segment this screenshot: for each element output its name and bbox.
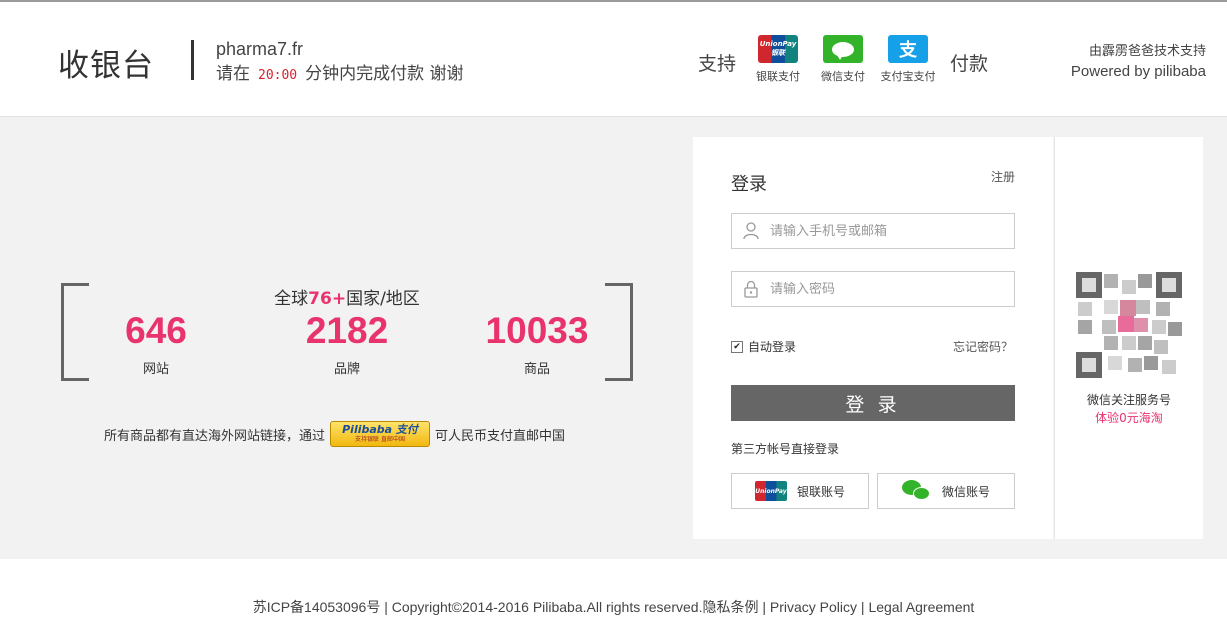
qr-title: 微信关注服务号: [1086, 393, 1171, 407]
copyright-text: 苏ICP备14053096号 | Copyright©2014-2016 Pil…: [252, 599, 703, 615]
phone-email-input[interactable]: [770, 223, 1000, 239]
privacy-link-cn[interactable]: 隐私条例: [702, 599, 758, 615]
pilibaba-pay-badge: Pilibaba 支付 支持银联 直邮中国: [330, 421, 431, 447]
unionpay-login-label: 银联账号: [796, 484, 845, 499]
stat-number: 2182: [305, 310, 389, 351]
login-title: 登录: [731, 174, 767, 195]
payment-method-alipay: 支 支付宝支付: [878, 35, 938, 84]
payment-label: 银联支付: [756, 70, 800, 83]
wechat-icon: [901, 480, 932, 502]
timer-suffix: 分钟内完成付款 谢谢: [305, 64, 464, 84]
stat-label: 网站: [142, 362, 169, 377]
auto-login-label: 自动登录: [748, 340, 797, 354]
intro-text: 所有商品都有直达海外网站链接，通过 Pilibaba 支付 支持银联 直邮中国 …: [104, 421, 565, 447]
unionpay-icon: UnionPay: [754, 481, 787, 501]
wechat-login-button[interactable]: 微信账号: [877, 473, 1015, 509]
forgot-password-link[interactable]: 忘记密码？: [953, 338, 1013, 355]
legal-agreement-link[interactable]: Legal Agreement: [868, 599, 974, 615]
intro-prefix: 所有商品都有直达海外网站链接，通过: [104, 428, 326, 444]
wechat-login-label: 微信账号: [941, 484, 990, 499]
stat-number: 646: [125, 310, 187, 351]
payment-method-wechat: 微信支付: [813, 35, 873, 84]
timer-prefix: 请在: [216, 64, 250, 84]
unionpay-icon: UnionPay 银联: [758, 35, 798, 63]
brand-divider: [191, 40, 194, 80]
auto-login-checkbox[interactable]: ✔: [731, 340, 743, 353]
footer: 苏ICP备14053096号 | Copyright©2014-2016 Pil…: [0, 559, 1227, 638]
powered-by: Powered by pilibaba: [1070, 63, 1206, 80]
auto-login-option[interactable]: ✔ 自动登录: [731, 338, 796, 355]
stats-box: 全球76+国家/地区 646 网站 2182 品牌 10033 商品: [61, 283, 633, 381]
tech-support: 由霹雳爸爸技术支持 Powered by pilibaba: [1071, 42, 1206, 82]
support-label: 支持: [698, 53, 737, 75]
stat-websites: 646 网站: [81, 309, 231, 377]
privacy-policy-link[interactable]: Privacy Policy: [770, 599, 857, 615]
stats-country-count: 76+: [308, 289, 347, 309]
third-party-label: 第三方帐号直接登录: [731, 442, 840, 456]
footer-separator: |: [857, 599, 869, 615]
wechat-qr-code: [1074, 270, 1184, 380]
main-area: 全球76+国家/地区 646 网站 2182 品牌 10033 商品 所有商品都…: [0, 117, 1227, 559]
badge-title: Pilibaba 支付: [342, 423, 418, 436]
payment-timer: 请在 20:00 分钟内完成付款 谢谢: [216, 59, 464, 84]
payment-method-unionpay: UnionPay 银联 银联支付: [748, 35, 808, 84]
unionpay-login-button[interactable]: UnionPay 银联账号: [731, 473, 869, 509]
header: 收银台 pharma7.fr 请在 20:00 分钟内完成付款 谢谢 支持 Unio…: [0, 2, 1227, 117]
pay-end-label: 付款: [950, 53, 989, 75]
wechat-pay-icon: [823, 35, 863, 63]
stat-label: 品牌: [333, 362, 360, 377]
password-field[interactable]: [731, 271, 1015, 307]
footer-links: 苏ICP备14053096号 | Copyright©2014-2016 Pil…: [0, 597, 1227, 617]
countdown: 20:00: [258, 68, 298, 83]
badge-subtitle: 支持银联 直邮中国: [355, 436, 405, 443]
brand-title: 收银台: [58, 48, 154, 84]
stats-title: 全球76+国家/地区: [61, 284, 633, 309]
login-button[interactable]: 登 录: [731, 385, 1015, 421]
password-input[interactable]: [770, 281, 1000, 297]
login-panel: 登录 注册 ✔ 自动登录 忘记密码？ 登 录 第三方帐号直接登录 UnionPa…: [693, 137, 1053, 539]
lock-icon: [732, 272, 770, 306]
stat-number: 10033: [485, 310, 589, 351]
payment-label: 支付宝支付: [880, 70, 936, 83]
register-link[interactable]: 注册: [991, 168, 1015, 185]
phone-email-field[interactable]: [731, 213, 1015, 249]
stat-products: 10033 商品: [462, 309, 612, 377]
merchant-site: pharma7.fr: [216, 39, 304, 59]
stats-title-prefix: 全球: [274, 289, 309, 309]
user-icon: [732, 214, 770, 248]
intro-suffix: 可人民币支付直邮中国: [435, 428, 566, 444]
qr-subtitle: 体验0元海淘: [1095, 411, 1163, 425]
payment-label: 微信支付: [821, 70, 865, 83]
tech-support-cn: 由霹雳爸爸技术支持: [1088, 44, 1206, 59]
stat-brands: 2182 品牌: [272, 309, 422, 377]
stat-label: 商品: [523, 362, 550, 377]
stats-title-suffix: 国家/地区: [346, 289, 420, 309]
footer-separator: |: [758, 599, 770, 615]
qr-panel: 微信关注服务号 体验0元海淘: [1054, 137, 1203, 539]
alipay-icon: 支: [888, 35, 928, 63]
